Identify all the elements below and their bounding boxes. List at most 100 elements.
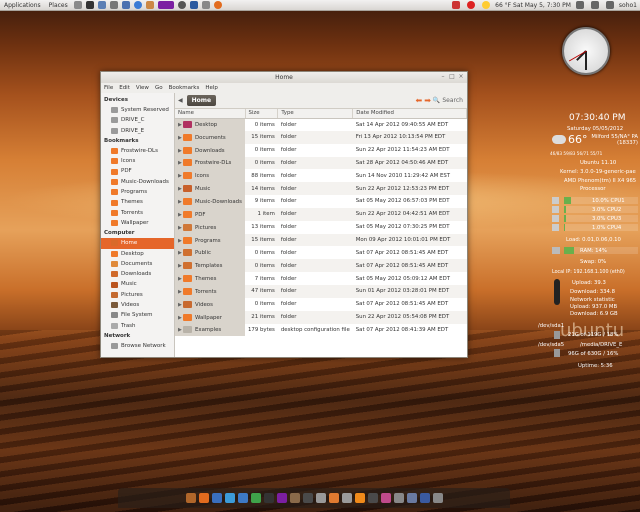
path-left-icon[interactable]: ◀ [178, 97, 183, 104]
search-icon[interactable]: 🔍 [433, 97, 440, 104]
yahoo-messenger-dock-icon[interactable] [276, 493, 287, 503]
thunderbird-dock-icon[interactable] [211, 493, 222, 503]
file-row[interactable]: ▶ Icons 88 items folder Sun 14 Nov 2010 11:2… [175, 169, 467, 183]
sidebar-item-videos[interactable]: Videos [101, 300, 174, 310]
chrome-dock-icon[interactable] [224, 493, 235, 503]
file-name-cell[interactable]: ▶ Programs [175, 233, 245, 247]
sidebar-item-frostwire-dls[interactable]: Frostwire-DLs [101, 146, 174, 156]
sidebar-item-music[interactable]: Music [101, 279, 174, 289]
column-header-type[interactable]: Type [277, 109, 354, 119]
user-menu[interactable]: soho1 [619, 2, 637, 9]
sidebar-item-file-system[interactable]: File System [101, 310, 174, 320]
file-row[interactable]: ▶ Music 14 items folder Sun 22 Apr 2012 12:5… [175, 182, 467, 196]
file-name-cell[interactable]: ▶ Themes [175, 272, 245, 285]
firefox-launcher-icon[interactable] [213, 1, 222, 9]
file-name-cell[interactable]: ▶ Torrents [175, 284, 245, 298]
trash-dock-icon[interactable] [432, 493, 443, 503]
dropbox-launcher-icon[interactable] [133, 1, 142, 9]
libreoffice-calc-dock-icon[interactable] [250, 493, 261, 503]
maximize-icon[interactable]: □ [449, 74, 455, 80]
file-row[interactable]: ▶ Templates 0 items folder Sat 07 Apr 2012 0… [175, 259, 467, 273]
file-row[interactable]: ▶ Programs 15 items folder Mon 09 Apr 2012 1… [175, 233, 467, 247]
file-name-cell[interactable]: ▶ Videos [175, 297, 245, 311]
app-launcher-icon[interactable] [189, 1, 198, 9]
file-row[interactable]: ▶ Examples 179 bytes desktop configuration … [175, 323, 467, 337]
firefox-dock-icon[interactable] [198, 493, 209, 503]
sidebar-item-drive-c[interactable]: DRIVE_C [101, 115, 174, 125]
back-arrow-icon[interactable]: ⬅ [415, 96, 422, 105]
file-row[interactable]: ▶ Pictures 13 items folder Sat 05 May 2012 0… [175, 220, 467, 234]
forward-arrow-icon[interactable]: ➡ [424, 96, 431, 105]
file-name-cell[interactable]: ▶ Pictures [175, 220, 245, 234]
sidebar-item-drive-e[interactable]: DRIVE_E [101, 126, 174, 136]
sidebar-item-downloads[interactable]: Downloads [101, 269, 174, 279]
sidebar-item-icons[interactable]: Icons [101, 156, 174, 166]
menu-bookmarks[interactable]: Bookmarks [169, 83, 200, 93]
file-row[interactable]: ▶ Public 0 items folder Sat 07 Apr 2012 08:5… [175, 246, 467, 260]
editor-launcher-icon[interactable] [121, 1, 130, 9]
menu-go[interactable]: Go [155, 83, 163, 93]
file-row[interactable]: ▶ PDF 1 item folder Sun 22 Apr 2012 04:42:51… [175, 207, 467, 221]
camera-dock-icon[interactable] [393, 493, 404, 503]
disc-launcher-icon[interactable] [177, 1, 186, 9]
media-launcher-icon[interactable] [145, 1, 154, 9]
file-row[interactable]: ▶ Frostwire-DLs 0 items folder Sat 28 Apr 20… [175, 156, 467, 170]
file-name-cell[interactable]: ▶ Examples [175, 323, 245, 337]
places-menu[interactable]: Places [45, 2, 72, 9]
file-row[interactable]: ▶ Desktop 0 items folder Sat 14 Apr 2012 09:… [175, 118, 467, 131]
sidebar-item-system-reserved[interactable]: System Reserved [101, 105, 174, 115]
panel-clock[interactable]: 66 °F Sat May 5, 7:30 PM [495, 2, 571, 9]
volume-tray-icon[interactable] [605, 1, 614, 9]
minimize-icon[interactable]: – [440, 74, 446, 80]
close-icon[interactable]: × [458, 74, 464, 80]
yahoo-launcher-icon[interactable] [157, 1, 174, 9]
file-row[interactable]: ▶ Downloads 0 items folder Sun 22 Apr 2012 1… [175, 143, 467, 157]
sidebar-item-trash[interactable]: Trash [101, 321, 174, 331]
column-header-size[interactable]: Size [245, 109, 279, 119]
column-header-name[interactable]: Name [175, 109, 246, 119]
mixer-launcher-icon[interactable] [109, 1, 118, 9]
home-folder-dock-icon[interactable] [185, 493, 196, 503]
file-row[interactable]: ▶ Torrents 47 items folder Sun 01 Apr 2012 0… [175, 284, 467, 298]
libreoffice-writer-dock-icon[interactable] [237, 493, 248, 503]
sidebar-item-wallpaper[interactable]: Wallpaper [101, 218, 174, 228]
file-row[interactable]: ▶ Music-Downloads 9 items folder Sat 05 May … [175, 195, 467, 208]
file-name-cell[interactable]: ▶ Documents [175, 130, 245, 144]
sidebar-item-programs[interactable]: Programs [101, 187, 174, 197]
file-row[interactable]: ▶ Wallpaper 21 items folder Sun 22 Apr 2012 … [175, 310, 467, 324]
sidebar-item-pictures[interactable]: Pictures [101, 290, 174, 300]
file-row[interactable]: ▶ Videos 0 items folder Sat 07 Apr 2012 08:5… [175, 297, 467, 311]
weather-icon[interactable] [482, 1, 491, 9]
file-row[interactable]: ▶ Themes 7 items folder Sat 05 May 2012 05:0… [175, 272, 467, 285]
mail-launcher-icon[interactable] [97, 1, 106, 9]
sidebar-item-home[interactable]: Home [101, 238, 174, 249]
search-button[interactable]: Search [442, 97, 463, 104]
file-name-cell[interactable]: ▶ Frostwire-DLs [175, 156, 245, 170]
sidebar-item-browse-network[interactable]: Browse Network [101, 341, 174, 351]
media-player-dock-icon[interactable] [341, 493, 352, 503]
vlc-dock-icon[interactable] [354, 493, 365, 503]
sidebar-item-torrents[interactable]: Torrents [101, 208, 174, 218]
file-name-cell[interactable]: ▶ Public [175, 246, 245, 260]
power-icon[interactable] [467, 1, 476, 9]
file-name-cell[interactable]: ▶ Templates [175, 259, 245, 273]
menu-edit[interactable]: Edit [119, 83, 130, 93]
file-name-cell[interactable]: ▶ Music-Downloads [175, 195, 245, 208]
pidgin-dock-icon[interactable] [406, 493, 417, 503]
network-tray-icon[interactable] [590, 1, 599, 9]
disks-dock-icon[interactable] [419, 493, 430, 503]
file-name-cell[interactable]: ▶ Wallpaper [175, 310, 245, 324]
sidebar-item-themes[interactable]: Themes [101, 197, 174, 207]
system-monitor-dock-icon[interactable] [302, 493, 313, 503]
sidebar-item-desktop[interactable]: Desktop [101, 249, 174, 259]
menu-help[interactable]: Help [205, 83, 218, 93]
tools-dock-icon[interactable] [315, 493, 326, 503]
file-name-cell[interactable]: ▶ Downloads [175, 143, 245, 157]
menu-file[interactable]: File [104, 83, 113, 93]
column-header-date[interactable]: Date Modified [352, 109, 467, 119]
file-name-cell[interactable]: ▶ PDF [175, 207, 245, 221]
software-center-dock-icon[interactable] [328, 493, 339, 503]
terminal-launcher-icon[interactable] [85, 1, 94, 9]
terminal-dock-icon[interactable] [263, 493, 274, 503]
gimp-dock-icon[interactable] [289, 493, 300, 503]
